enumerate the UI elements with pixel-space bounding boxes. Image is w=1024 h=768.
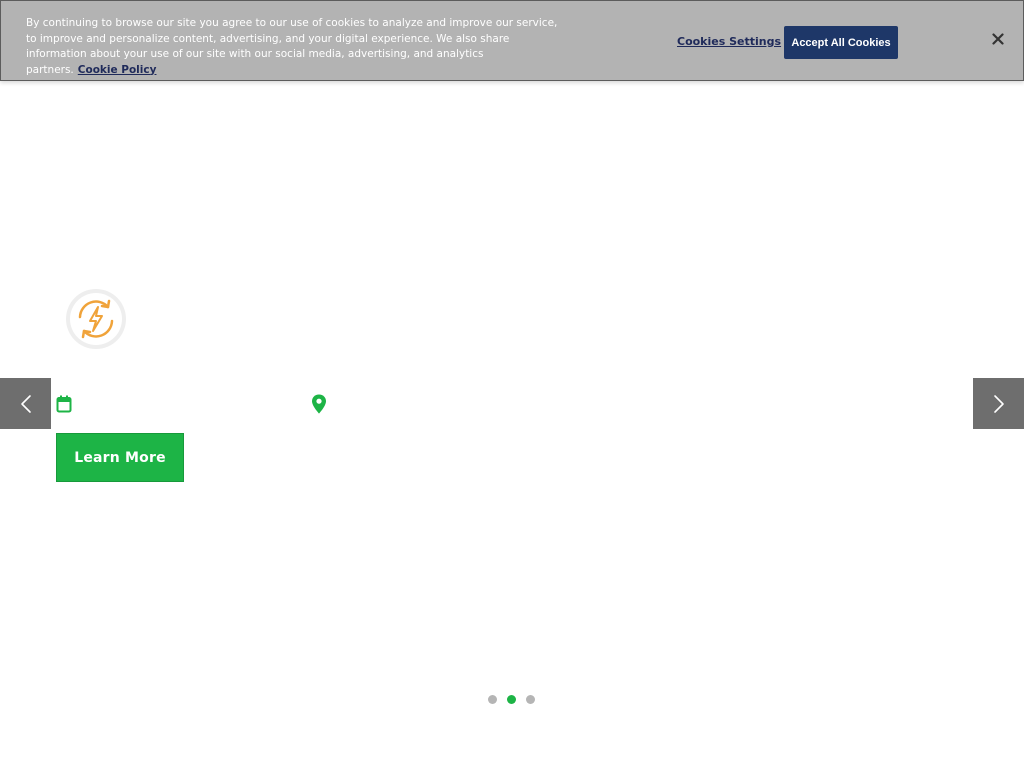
- slider-dot-1[interactable]: [488, 695, 497, 704]
- slider-dot-3[interactable]: [526, 695, 535, 704]
- accept-all-cookies-button[interactable]: Accept All Cookies: [784, 26, 898, 59]
- learn-more-button[interactable]: Learn More: [56, 433, 184, 482]
- chevron-right-icon: [993, 394, 1004, 413]
- cookie-message: By continuing to browse our site you agr…: [26, 16, 566, 78]
- close-icon: [992, 33, 1004, 45]
- slider-next-button[interactable]: [973, 378, 1024, 429]
- chevron-left-icon: [20, 394, 31, 413]
- close-banner-button[interactable]: [987, 28, 1009, 50]
- cookies-settings-link[interactable]: Cookies Settings: [677, 35, 781, 48]
- cookie-banner: By continuing to browse our site you agr…: [0, 0, 1024, 81]
- calendar-icon: [56, 395, 72, 413]
- slider-prev-button[interactable]: [0, 378, 51, 429]
- map-pin-icon: [311, 394, 327, 414]
- page: By continuing to browse our site you agr…: [0, 0, 1024, 768]
- slider-pagination: [488, 695, 536, 705]
- slider-dot-2[interactable]: [507, 695, 516, 704]
- cookie-policy-link[interactable]: Cookie Policy: [78, 64, 157, 76]
- energy-refresh-icon: [64, 287, 128, 351]
